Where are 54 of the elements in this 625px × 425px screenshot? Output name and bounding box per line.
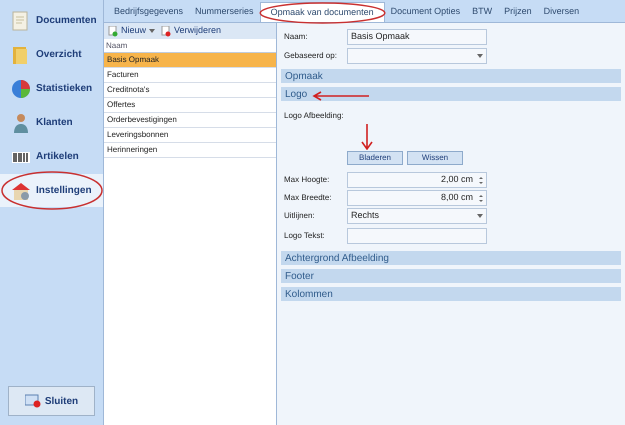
annotation-arrow [360, 124, 374, 150]
field-label: Naam: [283, 30, 309, 42]
caret-icon [149, 29, 156, 33]
section-header[interactable]: Kolommen [281, 287, 621, 301]
tab[interactable]: Document Opties [384, 2, 466, 22]
list-row[interactable]: Orderbevestigingen [104, 113, 276, 128]
list-row[interactable]: Leveringsbonnen [104, 128, 276, 143]
spinner-icon [479, 176, 483, 184]
action-button[interactable]: Wissen [407, 151, 463, 165]
sidebar-item[interactable]: Instellingen [0, 174, 103, 207]
field-label: Logo Tekst: [283, 230, 326, 242]
section-header[interactable]: Logo [281, 87, 621, 101]
section-header[interactable]: Footer [281, 269, 621, 283]
sidebar-item[interactable]: Overzicht [0, 38, 103, 71]
new-document-icon [108, 26, 118, 36]
caret-icon [477, 54, 483, 58]
delete-document-icon [161, 26, 172, 36]
input-field[interactable] [347, 228, 487, 244]
sidebar-item[interactable]: Statistieken [0, 72, 103, 105]
list-row[interactable]: Basis Opmaak [104, 53, 276, 68]
field-label: Max Breedte: [283, 192, 333, 204]
pie-chart-icon [10, 78, 32, 100]
field-label: Gebaseerd op: [283, 50, 338, 62]
tab[interactable]: Nummerseries [189, 2, 260, 22]
spinner-icon [479, 194, 483, 202]
list-row[interactable]: Creditnota's [104, 83, 276, 98]
close-button[interactable]: Sluiten [8, 386, 95, 416]
dropdown-field[interactable]: Rechts [347, 208, 487, 224]
number-field[interactable]: 8,00 cm [347, 190, 487, 206]
window-close-icon [24, 394, 41, 408]
tab[interactable]: BTW [466, 2, 498, 22]
field-label: Uitlijnen: [283, 210, 316, 222]
tab[interactable]: Prijzen [498, 2, 538, 22]
sidebar-item[interactable]: Artikelen [0, 140, 103, 173]
tab[interactable]: Diversen [538, 2, 586, 22]
annotation-arrow [311, 91, 371, 101]
field-label: Max Hoogte: [283, 174, 330, 186]
section-header[interactable]: Opmaak [281, 69, 621, 83]
action-button[interactable]: Bladeren [347, 151, 403, 165]
new-button[interactable]: Nieuw [108, 24, 156, 38]
tab[interactable]: Bedrijfsgegevens [108, 2, 190, 22]
delete-button[interactable]: Verwijderen [161, 24, 222, 38]
field-label: Logo Afbeelding: [283, 110, 345, 122]
list-row[interactable]: Herinneringen [104, 143, 276, 158]
section-header[interactable]: Achtergrond Afbeelding [281, 251, 621, 265]
sidebar-item[interactable]: Klanten [0, 106, 103, 139]
sidebar-item[interactable]: Documenten [0, 4, 103, 37]
dropdown-field[interactable] [347, 48, 487, 64]
tab[interactable]: Opmaak van documenten [260, 2, 385, 22]
list-row[interactable]: Facturen [104, 68, 276, 83]
list-row[interactable]: Offertes [104, 98, 276, 113]
number-field[interactable]: 2,00 cm [347, 172, 487, 188]
caret-icon [477, 214, 483, 218]
input-field[interactable]: Basis Opmaak [347, 28, 487, 44]
